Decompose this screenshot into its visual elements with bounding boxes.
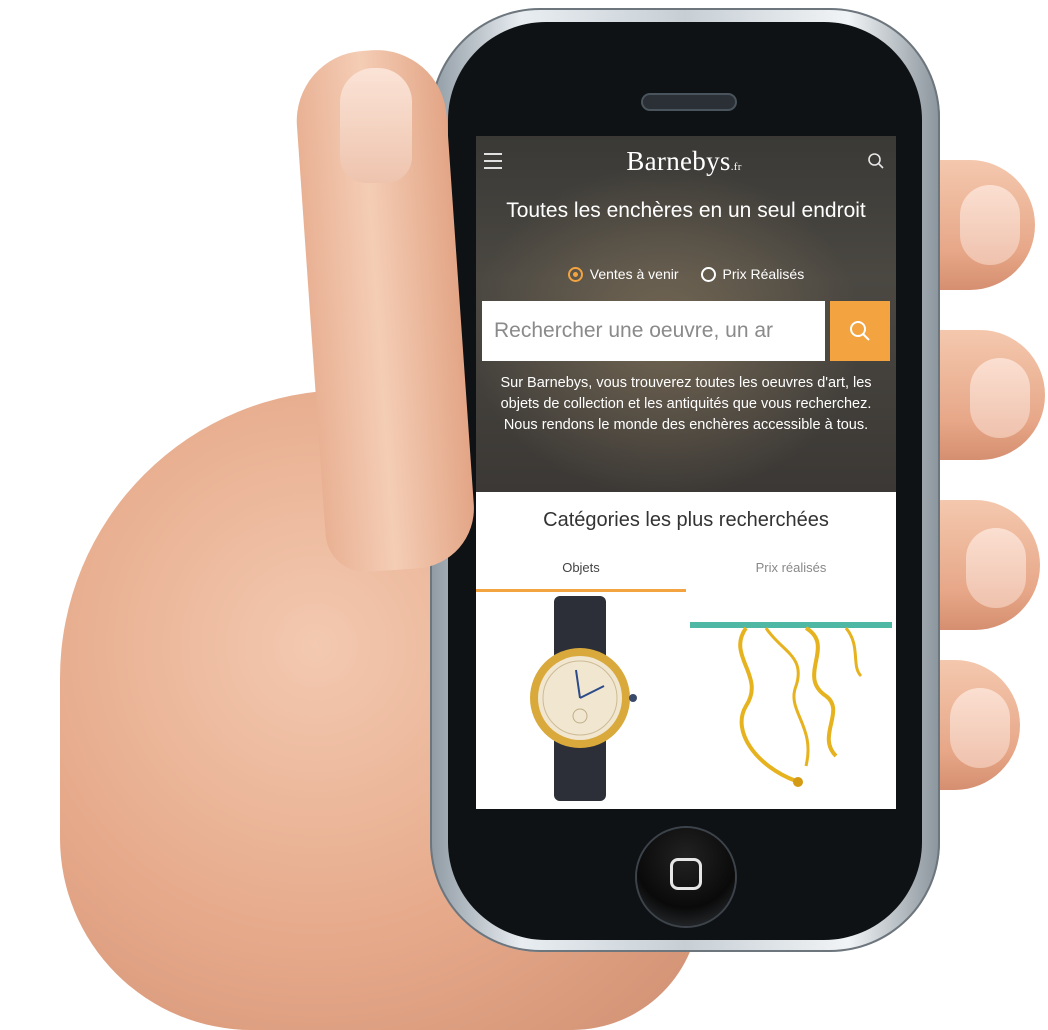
radio-unselected-icon [700,266,716,282]
radio-label: Ventes à venir [589,266,679,282]
tab-realized-prices[interactable]: Prix réalisés [686,556,896,592]
radio-upcoming-sales[interactable]: Ventes à venir [567,266,679,282]
search-icon[interactable] [866,151,886,171]
hero-headline: Toutes les enchères en un seul endroit [506,199,866,222]
search-bar [482,301,890,361]
top-nav: Barnebys.fr [476,136,896,186]
search-button[interactable] [830,301,890,361]
category-tabs: Objets Prix réalisés [476,556,896,592]
home-button-icon [670,858,702,890]
categories-title: Catégories les plus recherchées [543,509,829,531]
tab-objects[interactable]: Objets [476,556,686,592]
search-icon [850,321,870,341]
product-grid [476,596,896,809]
radio-label: Prix Réalisés [722,266,805,282]
hero-description: Sur Barnebys, vous trouverez toutes les … [500,375,872,433]
phone-screen: Barnebys.fr Toutes les enchères en un se… [476,136,896,809]
search-input[interactable] [482,301,825,361]
speaker-grille [643,95,735,109]
hero-section: Barnebys.fr Toutes les enchères en un se… [476,136,896,492]
radio-realized-prices[interactable]: Prix Réalisés [700,266,805,282]
wristwatch-icon[interactable] [516,596,646,806]
thumbnail [340,68,412,183]
brand-suffix: .fr [730,160,742,173]
radio-selected-icon [567,266,583,282]
brand-name: Barnebys [626,145,731,176]
hamburger-menu-icon[interactable] [484,153,502,169]
sale-type-radio-group: Ventes à venir Prix Réalisés [476,266,896,282]
console-table-icon[interactable] [686,616,896,796]
brand-logo[interactable]: Barnebys.fr [626,146,741,177]
